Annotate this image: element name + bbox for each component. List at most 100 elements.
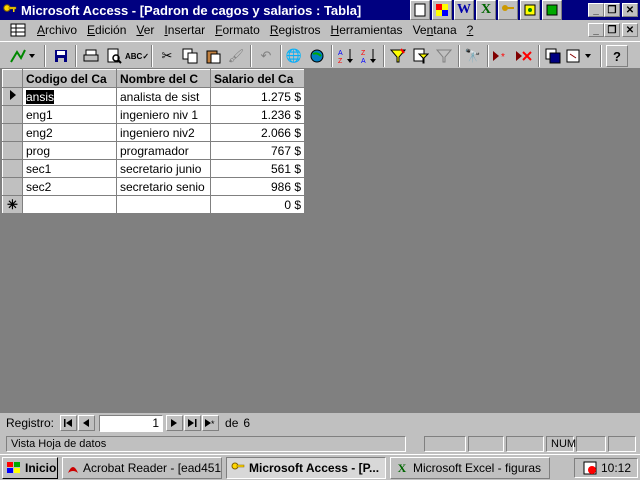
filter-by-form-icon[interactable] bbox=[410, 45, 432, 67]
properties-icon[interactable] bbox=[542, 45, 564, 67]
view-design-icon[interactable] bbox=[6, 45, 38, 67]
access-icon[interactable] bbox=[498, 0, 518, 20]
new-object-icon[interactable] bbox=[565, 45, 595, 67]
cell-codigo[interactable]: sec2 bbox=[22, 177, 117, 196]
access-key-icon[interactable] bbox=[2, 2, 18, 18]
previous-record-button[interactable] bbox=[78, 415, 96, 431]
menu-edicion[interactable]: Edición bbox=[82, 23, 131, 37]
copy-icon[interactable] bbox=[179, 45, 201, 67]
menu-herramientas[interactable]: Herramientas bbox=[326, 23, 408, 37]
first-record-button[interactable] bbox=[60, 415, 78, 431]
cell-codigo[interactable] bbox=[22, 195, 117, 214]
menu-ver[interactable]: Ver bbox=[131, 23, 159, 37]
last-record-button[interactable] bbox=[184, 415, 202, 431]
cell-nombre[interactable] bbox=[116, 195, 211, 214]
insert-hyperlink-icon[interactable]: 🌐 bbox=[283, 45, 305, 67]
web-toolbar-icon[interactable] bbox=[306, 45, 328, 67]
minimize-button[interactable]: _ bbox=[588, 3, 604, 17]
table-row[interactable]: eng2 ingeniero niv2 2.066 $ bbox=[2, 123, 305, 142]
cell-codigo[interactable]: eng2 bbox=[22, 123, 117, 142]
undo-icon[interactable]: ↶ bbox=[255, 45, 277, 67]
doc-restore-button[interactable]: ❐ bbox=[604, 23, 620, 37]
column-header-salario[interactable]: Salario del Ca bbox=[210, 69, 305, 88]
doc-minimize-button[interactable]: _ bbox=[588, 23, 604, 37]
table-row[interactable]: ansis analista de sist 1.275 $ bbox=[2, 87, 305, 106]
menu-ventana[interactable]: Ventana bbox=[408, 23, 462, 37]
apply-filter-icon[interactable] bbox=[433, 45, 455, 67]
table-row[interactable]: sec1 secretario junio 561 $ bbox=[2, 159, 305, 178]
new-record-nav-button[interactable]: * bbox=[202, 415, 220, 431]
record-selector[interactable] bbox=[2, 123, 23, 142]
new-record-icon[interactable]: * bbox=[490, 45, 512, 67]
new-record-row[interactable]: ✳ 0 $ bbox=[2, 195, 305, 214]
column-header-nombre[interactable]: Nombre del C bbox=[116, 69, 211, 88]
cell-nombre[interactable]: analista de sist bbox=[116, 87, 211, 106]
office-palette-icon[interactable] bbox=[432, 0, 452, 20]
table-row[interactable]: prog programador 767 $ bbox=[2, 141, 305, 160]
word-icon[interactable]: W bbox=[454, 0, 474, 20]
cell-salario[interactable]: 767 $ bbox=[210, 141, 305, 160]
new-record-selector[interactable]: ✳ bbox=[2, 195, 23, 214]
menu-archivo[interactable]: Archivo bbox=[32, 23, 82, 37]
record-number-input[interactable]: 1 bbox=[99, 414, 164, 432]
start-button[interactable]: Inicio bbox=[2, 457, 58, 479]
print-icon[interactable] bbox=[80, 45, 102, 67]
cell-salario[interactable]: 986 $ bbox=[210, 177, 305, 196]
cell-codigo[interactable]: sec1 bbox=[22, 159, 117, 178]
sort-ascending-icon[interactable]: AZ bbox=[335, 45, 357, 67]
task-excel[interactable]: X Microsoft Excel - figuras bbox=[390, 457, 550, 479]
column-header-codigo[interactable]: Codigo del Ca bbox=[22, 69, 117, 88]
menu-registros[interactable]: Registros bbox=[265, 23, 326, 37]
cell-codigo[interactable]: eng1 bbox=[22, 105, 117, 124]
cell-nombre[interactable]: secretario junio bbox=[116, 159, 211, 178]
office-assistant-icon[interactable]: ? bbox=[606, 45, 628, 67]
schedule-icon[interactable] bbox=[542, 0, 562, 20]
sort-descending-icon[interactable]: ZA bbox=[358, 45, 380, 67]
delete-record-icon[interactable] bbox=[513, 45, 535, 67]
menu-insertar[interactable]: Insertar bbox=[159, 23, 210, 37]
next-record-button[interactable] bbox=[166, 415, 184, 431]
binder-icon[interactable] bbox=[520, 0, 540, 20]
record-selector[interactable] bbox=[2, 105, 23, 124]
cell-salario[interactable]: 2.066 $ bbox=[210, 123, 305, 142]
datasheet-icon[interactable] bbox=[10, 22, 26, 38]
excel-icon[interactable]: X bbox=[476, 0, 496, 20]
paste-icon[interactable] bbox=[202, 45, 224, 67]
save-icon[interactable] bbox=[50, 45, 72, 67]
task-access[interactable]: Microsoft Access - [P... bbox=[226, 457, 386, 479]
scheduler-icon[interactable] bbox=[582, 460, 598, 476]
title-bar[interactable]: Microsoft Access - [Padron de cagos y sa… bbox=[0, 0, 640, 20]
cell-salario[interactable]: 1.236 $ bbox=[210, 105, 305, 124]
cell-salario[interactable]: 561 $ bbox=[210, 159, 305, 178]
select-all-cell[interactable] bbox=[2, 69, 23, 88]
doc-close-button[interactable]: ✕ bbox=[622, 23, 638, 37]
close-button[interactable]: ✕ bbox=[622, 3, 638, 17]
find-icon[interactable]: 🔭 bbox=[462, 45, 484, 67]
cell-nombre[interactable]: secretario senio bbox=[116, 177, 211, 196]
current-record-selector[interactable] bbox=[2, 87, 23, 106]
menu-ayuda[interactable]: ? bbox=[462, 23, 479, 37]
cell-nombre[interactable]: programador bbox=[116, 141, 211, 160]
clock[interactable]: 10:12 bbox=[601, 461, 631, 475]
cell-salario[interactable]: 1.275 $ bbox=[210, 87, 305, 106]
table-row[interactable]: sec2 secretario senio 986 $ bbox=[2, 177, 305, 196]
cell-codigo[interactable]: prog bbox=[22, 141, 117, 160]
filter-by-selection-icon[interactable] bbox=[387, 45, 409, 67]
restore-button[interactable]: ❐ bbox=[604, 3, 620, 17]
cell-nombre[interactable]: ingeniero niv 1 bbox=[116, 105, 211, 124]
cell-nombre[interactable]: ingeniero niv2 bbox=[116, 123, 211, 142]
office-note-icon[interactable] bbox=[410, 0, 430, 20]
table-row[interactable]: eng1 ingeniero niv 1 1.236 $ bbox=[2, 105, 305, 124]
horizontal-scrollbar[interactable] bbox=[290, 415, 640, 431]
task-acrobat[interactable]: Acrobat Reader - [ead451-... bbox=[62, 457, 222, 479]
cell-codigo[interactable]: ansis bbox=[22, 87, 117, 106]
selected-cell-text[interactable]: ansis bbox=[26, 89, 55, 104]
record-selector[interactable] bbox=[2, 177, 23, 196]
format-painter-icon[interactable]: 🖌 bbox=[225, 45, 247, 67]
spelling-icon[interactable]: ABC✓ bbox=[125, 45, 149, 67]
cell-salario[interactable]: 0 $ bbox=[210, 195, 305, 214]
cut-icon[interactable]: ✂ bbox=[156, 45, 178, 67]
menu-formato[interactable]: Formato bbox=[210, 23, 265, 37]
record-selector[interactable] bbox=[2, 159, 23, 178]
print-preview-icon[interactable] bbox=[103, 45, 125, 67]
